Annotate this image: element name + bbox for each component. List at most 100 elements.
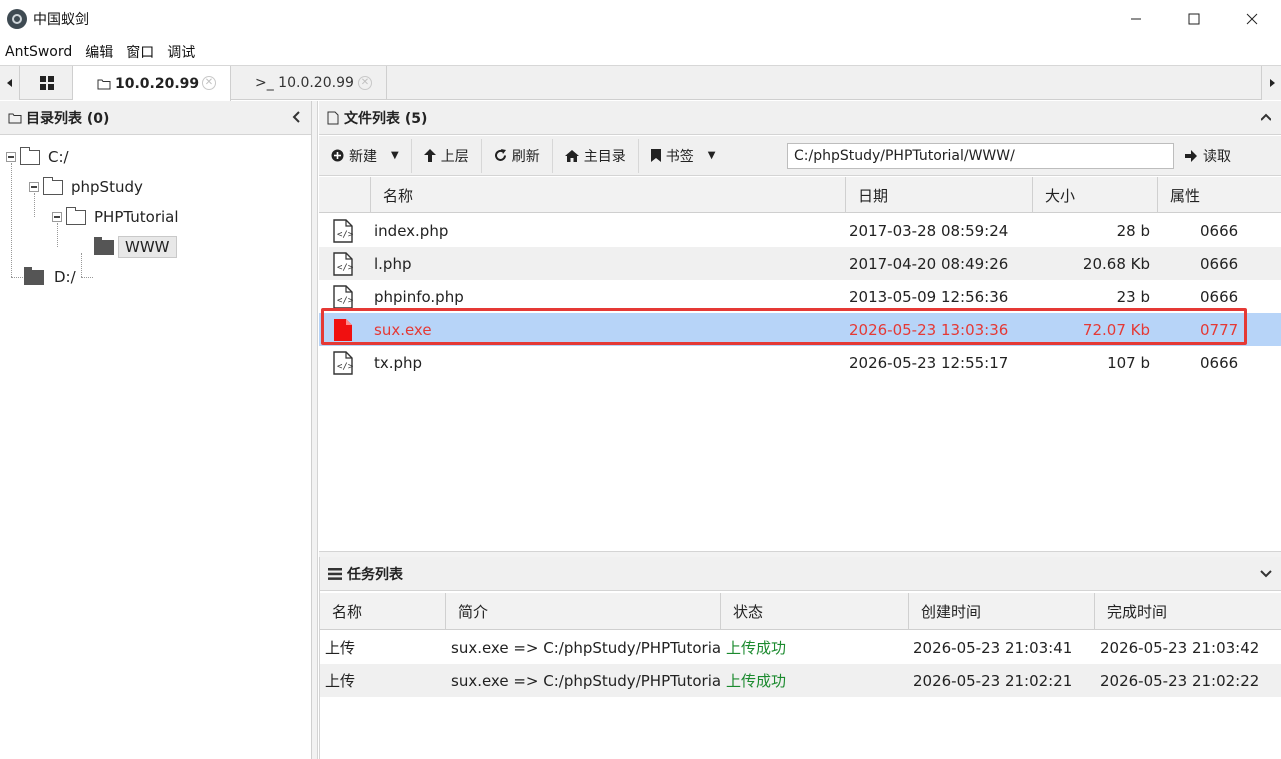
task-finished: 2026-05-23 21:02:22 xyxy=(1100,671,1260,690)
new-button[interactable]: 新建 ▼ xyxy=(319,138,412,173)
directory-panel: 目录列表 (0) C:/ phpStudy PHPTutorial WWW D:… xyxy=(0,101,312,759)
bookmark-button[interactable]: 书签 ▼ xyxy=(639,139,728,173)
up-button-label: 上层 xyxy=(440,148,469,165)
menu-window[interactable]: 窗口 xyxy=(121,42,162,62)
home-button[interactable]: 主目录 xyxy=(553,138,639,173)
column-icon-header xyxy=(319,177,370,213)
tab-dashboard[interactable] xyxy=(21,66,73,100)
tree-node-d[interactable]: D:/ xyxy=(20,263,76,291)
read-button-label: 读取 xyxy=(1203,149,1231,165)
file-row[interactable]: </> l.php 2017-04-20 08:49:26 20.68 Kb 0… xyxy=(319,247,1281,280)
refresh-button[interactable]: 刷新 xyxy=(482,138,553,173)
file-date: 2026-05-23 12:55:17 xyxy=(849,353,1009,372)
file-row[interactable]: </> phpinfo.php 2013-05-09 12:56:36 23 b… xyxy=(319,280,1281,313)
file-row[interactable]: </> index.php 2017-03-28 08:59:24 28 b 0… xyxy=(319,214,1281,247)
home-icon xyxy=(564,149,579,162)
tree-node-phptutorial[interactable]: PHPTutorial xyxy=(52,203,179,231)
maximize-icon xyxy=(1188,13,1200,25)
column-size-header[interactable]: 大小 xyxy=(1032,177,1157,213)
maximize-button[interactable] xyxy=(1165,0,1223,38)
tab-terminal[interactable]: >_ 10.0.20.99 ✕ xyxy=(231,66,387,100)
php-file-icon: </> xyxy=(333,351,353,375)
new-button-label: 新建 xyxy=(349,148,377,165)
collapse-node-icon[interactable] xyxy=(29,182,39,192)
column-date-header[interactable]: 日期 xyxy=(845,177,1032,213)
antsword-logo-icon xyxy=(7,9,27,29)
svg-text:</>: </> xyxy=(337,296,353,306)
svg-text:</>: </> xyxy=(337,230,353,240)
file-size: 23 b xyxy=(1116,287,1150,306)
menu-debug[interactable]: 调试 xyxy=(162,42,203,62)
tree-node-phpstudy[interactable]: phpStudy xyxy=(29,173,143,201)
tab-file-manager[interactable]: 10.0.20.99 ✕ xyxy=(73,66,231,101)
task-column-finished[interactable]: 完成时间 xyxy=(1094,593,1281,630)
task-column-desc[interactable]: 简介 xyxy=(445,593,720,630)
menu-bar: AntSword 编辑 窗口 调试 xyxy=(0,38,1281,65)
up-button[interactable]: 上层 xyxy=(412,138,482,173)
php-file-icon: </> xyxy=(333,219,353,243)
task-column-created[interactable]: 创建时间 xyxy=(908,593,1094,630)
tab-scroll-left-button[interactable] xyxy=(0,66,20,100)
menu-antsword[interactable]: AntSword xyxy=(0,44,80,60)
collapse-node-icon[interactable] xyxy=(52,212,62,222)
task-created: 2026-05-23 21:03:41 xyxy=(913,638,1073,657)
vertical-splitter[interactable] xyxy=(312,101,318,759)
column-attr-header[interactable]: 属性 xyxy=(1157,177,1281,213)
file-name: l.php xyxy=(374,254,412,273)
task-desc: sux.exe => C:/phpStudy/PHPTutorial/ xyxy=(451,638,720,657)
task-status: 上传成功 xyxy=(726,672,787,690)
grid-icon xyxy=(39,76,54,90)
tab-bar: 10.0.20.99 ✕ >_ 10.0.20.99 ✕ xyxy=(0,65,1281,101)
menu-edit[interactable]: 编辑 xyxy=(80,42,121,62)
file-date: 2026-05-23 13:03:36 xyxy=(849,320,1009,339)
close-window-button[interactable] xyxy=(1223,0,1281,38)
task-row[interactable]: 上传 sux.exe => C:/phpStudy/PHPTutorial/ 上… xyxy=(320,664,1281,697)
file-attr: 0666 xyxy=(1200,287,1239,306)
file-size: 72.07 Kb xyxy=(1082,320,1150,339)
tab-close-icon[interactable]: ✕ xyxy=(358,76,372,90)
tab-scroll-right-button[interactable] xyxy=(1261,66,1281,100)
file-name: sux.exe xyxy=(374,320,432,339)
tree-node-c[interactable]: C:/ xyxy=(6,143,69,171)
file-attr: 0666 xyxy=(1200,353,1239,372)
tree-node-label: phpStudy xyxy=(71,178,143,196)
tree-node-label: PHPTutorial xyxy=(94,208,179,226)
tree-node-www[interactable]: WWW xyxy=(90,233,177,261)
path-input[interactable] xyxy=(787,143,1174,169)
folder-open-icon xyxy=(66,206,86,225)
minimize-button[interactable] xyxy=(1107,0,1165,38)
chevron-down-icon[interactable] xyxy=(1259,569,1273,579)
file-panel: 文件列表 (5) 新建 ▼ 上层 刷新 主目录 书签 ▼ 读取 xyxy=(319,101,1281,551)
file-panel-header: 文件列表 (5) xyxy=(319,101,1281,135)
refresh-icon xyxy=(494,149,506,161)
collapse-left-icon[interactable] xyxy=(291,110,301,124)
folder-open-icon xyxy=(20,146,40,165)
refresh-button-label: 刷新 xyxy=(511,148,540,165)
task-row[interactable]: 上传 sux.exe => C:/phpStudy/PHPTutorial/ 上… xyxy=(320,631,1281,664)
column-name-header[interactable]: 名称 xyxy=(370,177,845,213)
task-column-name[interactable]: 名称 xyxy=(320,593,445,630)
arrow-right-icon xyxy=(1185,150,1197,162)
file-size: 20.68 Kb xyxy=(1082,254,1150,273)
file-date: 2017-03-28 08:59:24 xyxy=(849,221,1009,240)
svg-text:</>: </> xyxy=(337,263,353,273)
collapse-node-icon[interactable] xyxy=(6,152,16,162)
directory-panel-header: 目录列表 (0) xyxy=(0,101,311,135)
file-size: 107 b xyxy=(1107,353,1150,372)
tree-node-label: C:/ xyxy=(48,148,69,166)
file-date: 2017-04-20 08:49:26 xyxy=(849,254,1009,273)
file-panel-title: 文件列表 (5) xyxy=(344,110,428,127)
task-column-status[interactable]: 状态 xyxy=(720,593,908,630)
tab-close-icon[interactable]: ✕ xyxy=(202,76,216,90)
folder-icon xyxy=(97,79,111,89)
task-panel-header: 任务列表 xyxy=(320,557,1281,591)
caret-right-icon xyxy=(1269,79,1275,87)
php-file-icon: </> xyxy=(333,252,353,276)
file-row[interactable]: </> tx.php 2026-05-23 12:55:17 107 b 066… xyxy=(319,346,1281,379)
read-button[interactable]: 读取 xyxy=(1185,140,1231,172)
folder-icon xyxy=(94,236,114,255)
file-grid-header: 名称 日期 大小 属性 xyxy=(319,177,1281,213)
file-row-selected[interactable]: sux.exe 2026-05-23 13:03:36 72.07 Kb 077… xyxy=(319,313,1281,346)
collapse-up-icon[interactable] xyxy=(1261,110,1271,124)
caret-down-icon: ▼ xyxy=(391,150,399,161)
